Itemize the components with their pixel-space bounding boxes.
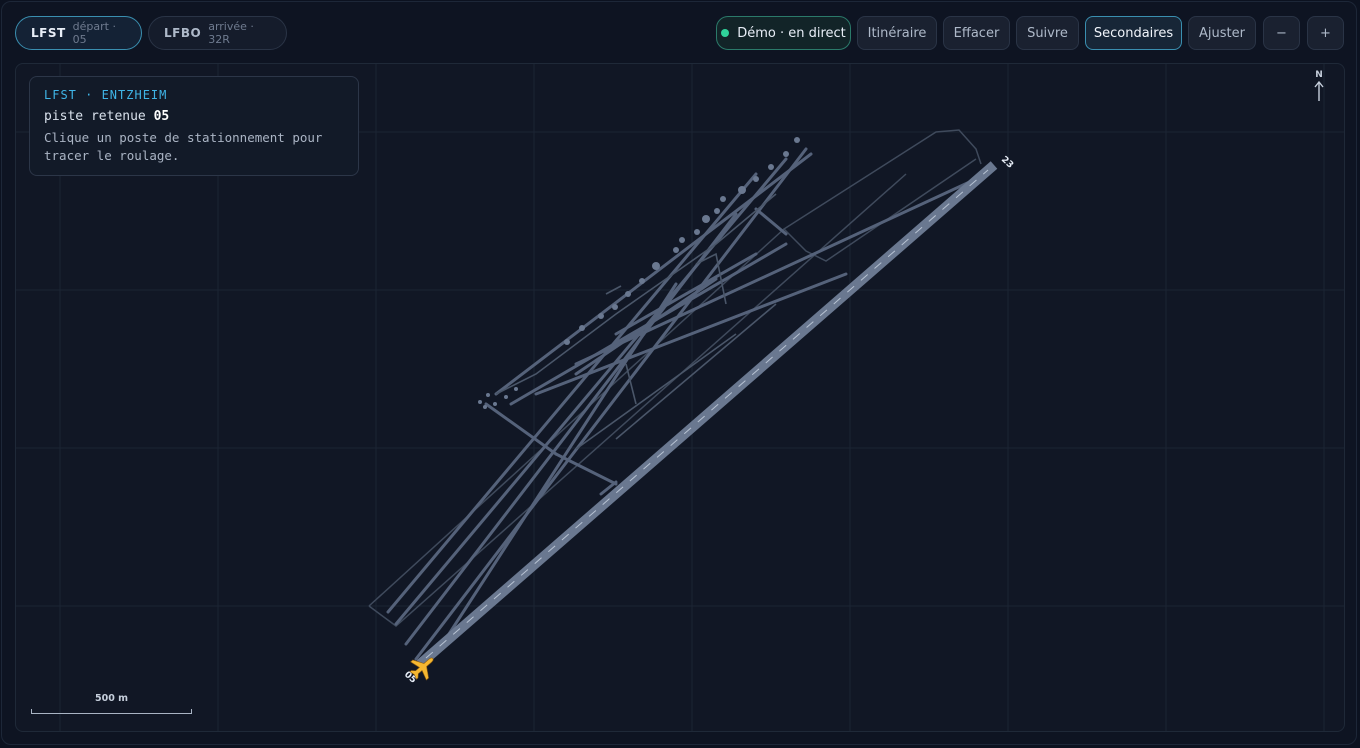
stand [579,325,585,331]
stand [493,402,497,406]
taxiway [614,252,758,336]
stand [625,291,631,297]
stand [514,387,518,391]
runway-end-label-23: 23 [999,155,1015,171]
airport-map[interactable]: 23 05 LFST · ENTZHEIM piste retenue 05 C… [15,63,1345,732]
live-demo-button[interactable]: Démo · en direct [716,16,851,50]
top-bar: LFST départ · 05 LFBO arrivée · 32R Démo… [15,16,1345,51]
live-demo-label: Démo · en direct [737,25,846,41]
north-indicator: N [1311,70,1327,106]
taxiway [574,177,978,366]
itinerary-button[interactable]: Itinéraire [857,16,937,50]
stand [486,393,490,397]
stand [673,247,679,253]
taxiway [754,207,788,236]
north-arrow-icon [1314,80,1324,101]
stand [738,186,746,194]
runway-prefix: piste retenue [44,109,146,124]
stand [720,196,726,202]
stand [714,208,720,214]
zoom-in-button[interactable]: + [1307,16,1344,50]
runway-05-23[interactable] [416,161,998,668]
taxiway [484,402,558,456]
stand [598,313,604,319]
taxiways [386,147,978,661]
airport-info-card: LFST · ENTZHEIM piste retenue 05 Clique … [29,76,359,176]
stand [783,151,789,157]
airport-role: arrivée · 32R [208,20,254,46]
stand [694,229,700,235]
airport-tab-lfst[interactable]: LFST départ · 05 [15,16,142,50]
live-status-dot [721,29,730,37]
clear-button[interactable]: Effacer [943,16,1010,50]
stand [504,395,508,399]
scale-bar: 500 m [31,693,192,714]
stand [612,304,618,310]
stand [564,339,570,345]
stand [768,164,774,170]
stand [639,278,645,284]
airport-code: LFST [31,26,66,40]
fit-button[interactable]: Ajuster [1188,16,1256,50]
runway-value: 05 [153,109,170,124]
stand [483,405,487,409]
stand [753,176,759,182]
stand [702,215,710,223]
scale-label: 500 m [94,693,129,704]
airport-tab-lfbo[interactable]: LFBO arrivée · 32R [148,16,287,50]
airport-role: départ · 05 [72,20,116,46]
north-label: N [1315,70,1323,80]
stand [679,237,685,243]
stand [652,262,660,270]
zoom-out-button[interactable]: − [1263,16,1300,50]
taxiway [494,152,813,396]
airport-code: LFBO [164,26,202,40]
stand [478,400,482,404]
selected-runway: piste retenue 05 [44,109,344,124]
stand [794,137,800,143]
taxiway [414,147,808,661]
airport-name: LFST · ENTZHEIM [44,88,168,102]
secondary-toggle-button[interactable]: Secondaires [1085,16,1182,50]
instruction-text: Clique un poste de stationnement pour tr… [44,130,323,163]
follow-button[interactable]: Suivre [1016,16,1079,50]
scale-ruler [31,709,192,714]
